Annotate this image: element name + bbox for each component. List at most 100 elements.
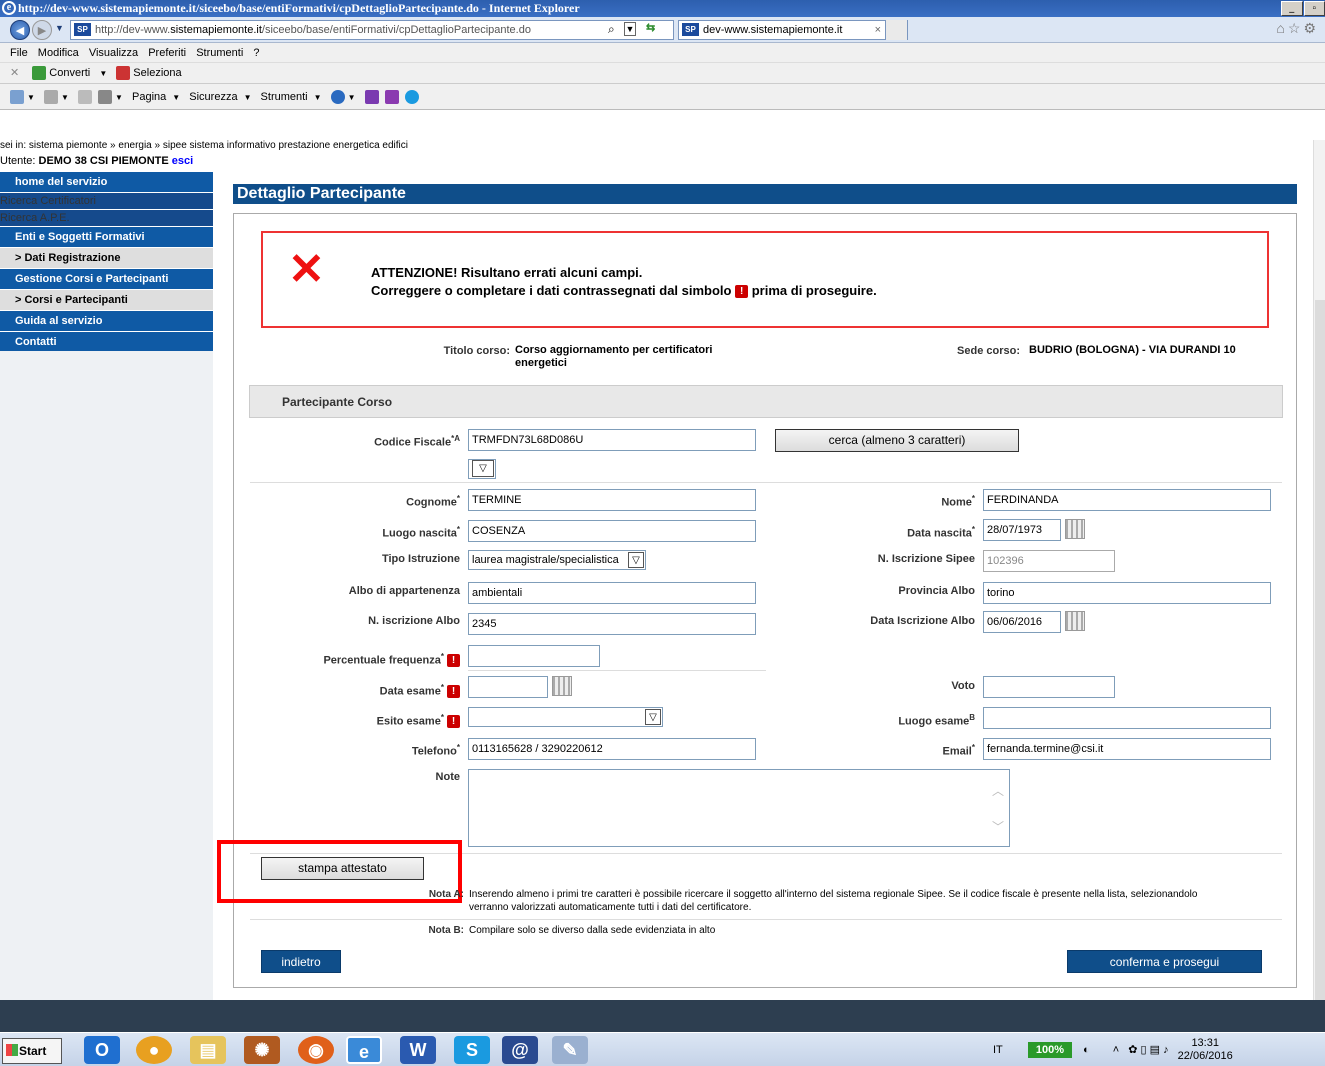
firefox-taskbar-icon[interactable]: ◉ xyxy=(298,1036,334,1064)
logout-link[interactable]: esci xyxy=(172,155,193,167)
course-title-value: Corso aggiornamento per certificatori en… xyxy=(515,344,713,369)
menu-strumenti[interactable]: Strumenti xyxy=(196,47,243,59)
feeds-dropdown-icon[interactable]: ▼ xyxy=(61,93,69,102)
codice-fiscale-select[interactable]: ▽ xyxy=(468,459,496,479)
skype-taskbar-icon[interactable]: S xyxy=(454,1036,490,1064)
confirm-button[interactable]: conferma e prosegui xyxy=(1067,950,1262,973)
mail-client-taskbar-icon[interactable]: @ xyxy=(502,1036,538,1064)
print-icon[interactable] xyxy=(98,90,113,105)
calendar-icon[interactable] xyxy=(1065,611,1085,631)
search-icon[interactable]: ⌕ xyxy=(608,22,615,37)
convert-dropdown-icon[interactable]: ▼ xyxy=(99,69,107,78)
sidebar-item-gestione-corsi[interactable]: Gestione Corsi e Partecipanti xyxy=(0,269,213,290)
chrome-taskbar-icon[interactable]: ● xyxy=(136,1036,172,1064)
provincia-albo-input[interactable]: torino xyxy=(983,582,1271,604)
nome-input[interactable]: FERDINANDA xyxy=(983,489,1271,511)
back-arrow-icon[interactable]: ◀ xyxy=(10,20,30,40)
menu-file[interactable]: File xyxy=(10,47,28,59)
sidebar-item-guida[interactable]: Guida al servizio xyxy=(0,311,213,332)
tipo-istruzione-select[interactable]: laurea magistrale/specialistica ▽ xyxy=(468,550,646,570)
outlook-taskbar-icon[interactable]: O xyxy=(84,1036,120,1064)
back-button[interactable]: indietro xyxy=(261,950,341,973)
favorites-star-icon[interactable]: ☆ xyxy=(1288,20,1304,36)
tab-close-icon[interactable]: × xyxy=(875,21,881,39)
note-textarea[interactable] xyxy=(468,769,1010,847)
menu-visualizza[interactable]: Visualizza xyxy=(89,47,138,59)
sidebar-item-ricerca-certificatori[interactable]: Ricerca Certificatori xyxy=(0,193,213,210)
menu-preferiti[interactable]: Preferiti xyxy=(148,47,186,59)
home-small-icon[interactable] xyxy=(10,90,24,105)
start-button[interactable]: Start xyxy=(2,1038,62,1064)
luogo-nascita-label: Luogo nascita* xyxy=(250,523,460,541)
print-dropdown-icon[interactable]: ▼ xyxy=(115,93,123,102)
voto-input[interactable] xyxy=(983,676,1115,698)
error-line-1: ATTENZIONE! Risultano errati alcuni camp… xyxy=(371,265,643,280)
onenote-send-icon[interactable] xyxy=(384,90,399,105)
sidebar-item-home[interactable]: home del servizio xyxy=(0,172,213,193)
app-taskbar-icon[interactable]: ✺ xyxy=(244,1036,280,1064)
sidebar-item-ricerca-ape[interactable]: Ricerca A.P.E. xyxy=(0,210,213,227)
search-button[interactable]: cerca (almeno 3 caratteri) xyxy=(775,429,1019,452)
sidebar-item-dati-registrazione[interactable]: > Dati Registrazione xyxy=(0,248,213,269)
scrollbar-thumb[interactable] xyxy=(1315,300,1325,1000)
luogo-nascita-input[interactable]: COSENZA xyxy=(468,520,756,542)
security-menu[interactable]: Sicurezza xyxy=(189,91,237,103)
explorer-taskbar-icon[interactable]: ▤ xyxy=(190,1036,226,1064)
minimize-button[interactable]: _ xyxy=(1281,1,1303,16)
ie-taskbar-icon[interactable]: e xyxy=(346,1036,382,1064)
page-menu[interactable]: Pagina xyxy=(132,91,166,103)
esito-esame-select[interactable]: ▽ xyxy=(468,707,663,727)
zoom-level[interactable]: 100% xyxy=(1027,1042,1072,1058)
tray-expand-icon[interactable]: ˄ xyxy=(1113,1044,1119,1056)
tools-menu[interactable]: Strumenti xyxy=(261,91,308,103)
sidebar-item-enti[interactable]: Enti e Soggetti Formativi xyxy=(0,227,213,248)
home-dropdown-icon[interactable]: ▼ xyxy=(27,93,35,102)
email-input[interactable]: fernanda.termine@csi.it xyxy=(983,738,1271,760)
data-iscrizione-albo-input[interactable]: 06/06/2016 xyxy=(983,611,1061,633)
home-icon[interactable]: ⌂ xyxy=(1276,20,1287,36)
percentuale-input[interactable] xyxy=(468,645,600,667)
calendar-icon[interactable] xyxy=(1065,519,1085,539)
history-dropdown-icon[interactable]: ▼ xyxy=(55,23,64,33)
luogo-esame-input[interactable] xyxy=(983,707,1271,729)
page-scrollbar[interactable] xyxy=(1313,140,1325,1000)
tray-apps-icon[interactable]: ✿ ▯ ▤ ♪ xyxy=(1128,1044,1168,1056)
help-icon[interactable] xyxy=(330,90,345,105)
network-icon[interactable]: ◐ xyxy=(1083,1044,1090,1056)
calendar-icon[interactable] xyxy=(552,676,572,696)
forward-arrow-icon[interactable]: ▶ xyxy=(32,20,52,40)
onenote-icon[interactable] xyxy=(364,90,379,105)
close-x-icon[interactable]: ✕ xyxy=(10,67,19,79)
data-nascita-input[interactable]: 28/07/1973 xyxy=(983,519,1061,541)
address-input[interactable]: SP http://dev-www.sistemapiemonte.it/sic… xyxy=(70,20,674,40)
menu-modifica[interactable]: Modifica xyxy=(38,47,79,59)
mail-icon[interactable] xyxy=(77,90,92,105)
convert-button[interactable]: Converti xyxy=(49,67,90,79)
telefono-input[interactable]: 0113165628 / 3290220612 xyxy=(468,738,756,760)
data-esame-input[interactable] xyxy=(468,676,548,698)
gear-icon[interactable]: ⚙ xyxy=(1303,20,1319,36)
word-taskbar-icon[interactable]: W xyxy=(400,1036,436,1064)
clock[interactable]: 13:31 22/06/2016 xyxy=(1178,1037,1233,1063)
textarea-scroll-up-icon[interactable]: ︿ xyxy=(992,782,1004,799)
iscrizione-sipee-input[interactable]: 102396 xyxy=(983,550,1115,572)
select-button[interactable]: Seleziona xyxy=(133,67,181,79)
menu-help[interactable]: ? xyxy=(253,47,259,59)
feeds-icon[interactable] xyxy=(43,90,58,105)
browser-tab[interactable]: SP dev-www.sistemapiemonte.it × xyxy=(678,20,908,40)
language-indicator[interactable]: IT xyxy=(993,1044,1003,1056)
sidebar-item-corsi-partecipanti[interactable]: > Corsi e Partecipanti xyxy=(0,290,213,311)
new-tab-button[interactable] xyxy=(885,20,907,40)
codice-fiscale-input[interactable]: TRMFDN73L68D086U xyxy=(468,429,756,451)
albo-input[interactable]: ambientali xyxy=(468,582,756,604)
help-dropdown-icon[interactable]: ▼ xyxy=(348,93,356,102)
textarea-scroll-down-icon[interactable]: ﹀ xyxy=(992,818,1004,835)
address-dropdown-icon[interactable]: ▼ xyxy=(624,22,636,36)
restore-button[interactable]: ▫ xyxy=(1303,1,1325,16)
refresh-icon[interactable]: ⇆ xyxy=(646,21,655,34)
cognome-input[interactable]: TERMINE xyxy=(468,489,756,511)
sidebar-item-contatti[interactable]: Contatti xyxy=(0,332,213,353)
paint-taskbar-icon[interactable]: ✎ xyxy=(552,1036,588,1064)
iscrizione-albo-input[interactable]: 2345 xyxy=(468,613,756,635)
skype-icon[interactable] xyxy=(404,90,419,105)
